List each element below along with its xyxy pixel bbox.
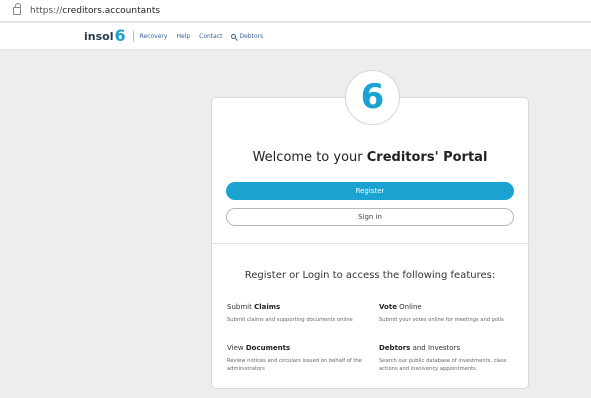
feature-vote-online: Vote Online Submit your votes online for… [379, 303, 519, 324]
feature-title: View Documents [227, 344, 291, 352]
welcome-heading: Welcome to your Creditors' Portal [252, 150, 488, 165]
feature-debtors-investors: Debtors and Investors Search our public … [379, 344, 519, 373]
feature-title: Debtors and Investors [379, 344, 461, 352]
feature-submit-claims: Submit Claims Submit claims and supporti… [227, 303, 367, 324]
site-header: insol 6 Recovery Help Contact Debtors [0, 23, 591, 50]
feature-title: Vote Online [379, 303, 422, 311]
feature-view-documents: View Documents Review notices and circul… [227, 344, 367, 373]
brand-logo-six-icon[interactable]: 6 [114, 28, 125, 44]
portal-logo: 6 [345, 70, 400, 125]
register-button[interactable]: Register [226, 182, 514, 200]
nav-recovery-link[interactable]: Recovery [140, 33, 168, 40]
nav-debtors-label: Debtors [239, 32, 264, 40]
feature-description: Search our public database of investment… [379, 358, 507, 372]
nav-debtors-search[interactable]: Debtors [231, 33, 263, 40]
feature-title: Submit Claims [227, 303, 281, 311]
nav-contact-link[interactable]: Contact [199, 33, 222, 40]
nav-separator [132, 30, 134, 42]
feature-description: Review notices and circulars issued on b… [227, 358, 362, 372]
url-text[interactable]: https://creditors.accountants [30, 6, 160, 16]
card-divider [211, 243, 529, 244]
header-bar: insol 6 Recovery Help Contact Debtors [84, 28, 263, 44]
sign-in-button[interactable]: Sign in [226, 208, 514, 226]
main-nav: Recovery Help Contact Debtors [140, 33, 264, 40]
lock-icon [13, 2, 21, 15]
browser-address-bar[interactable]: https://creditors.accountants [0, 0, 591, 22]
nav-help-link[interactable]: Help [176, 33, 190, 40]
six-logo-icon: 6 [360, 76, 385, 117]
search-icon [231, 33, 237, 39]
feature-description: Submit your votes online for meetings an… [379, 317, 504, 323]
features-heading: Register or Login to access the followin… [244, 270, 496, 281]
feature-description: Submit claims and supporting documents o… [227, 317, 353, 323]
portal-name: Creditors' Portal [366, 150, 488, 165]
brand-logo-text[interactable]: insol [84, 30, 113, 43]
